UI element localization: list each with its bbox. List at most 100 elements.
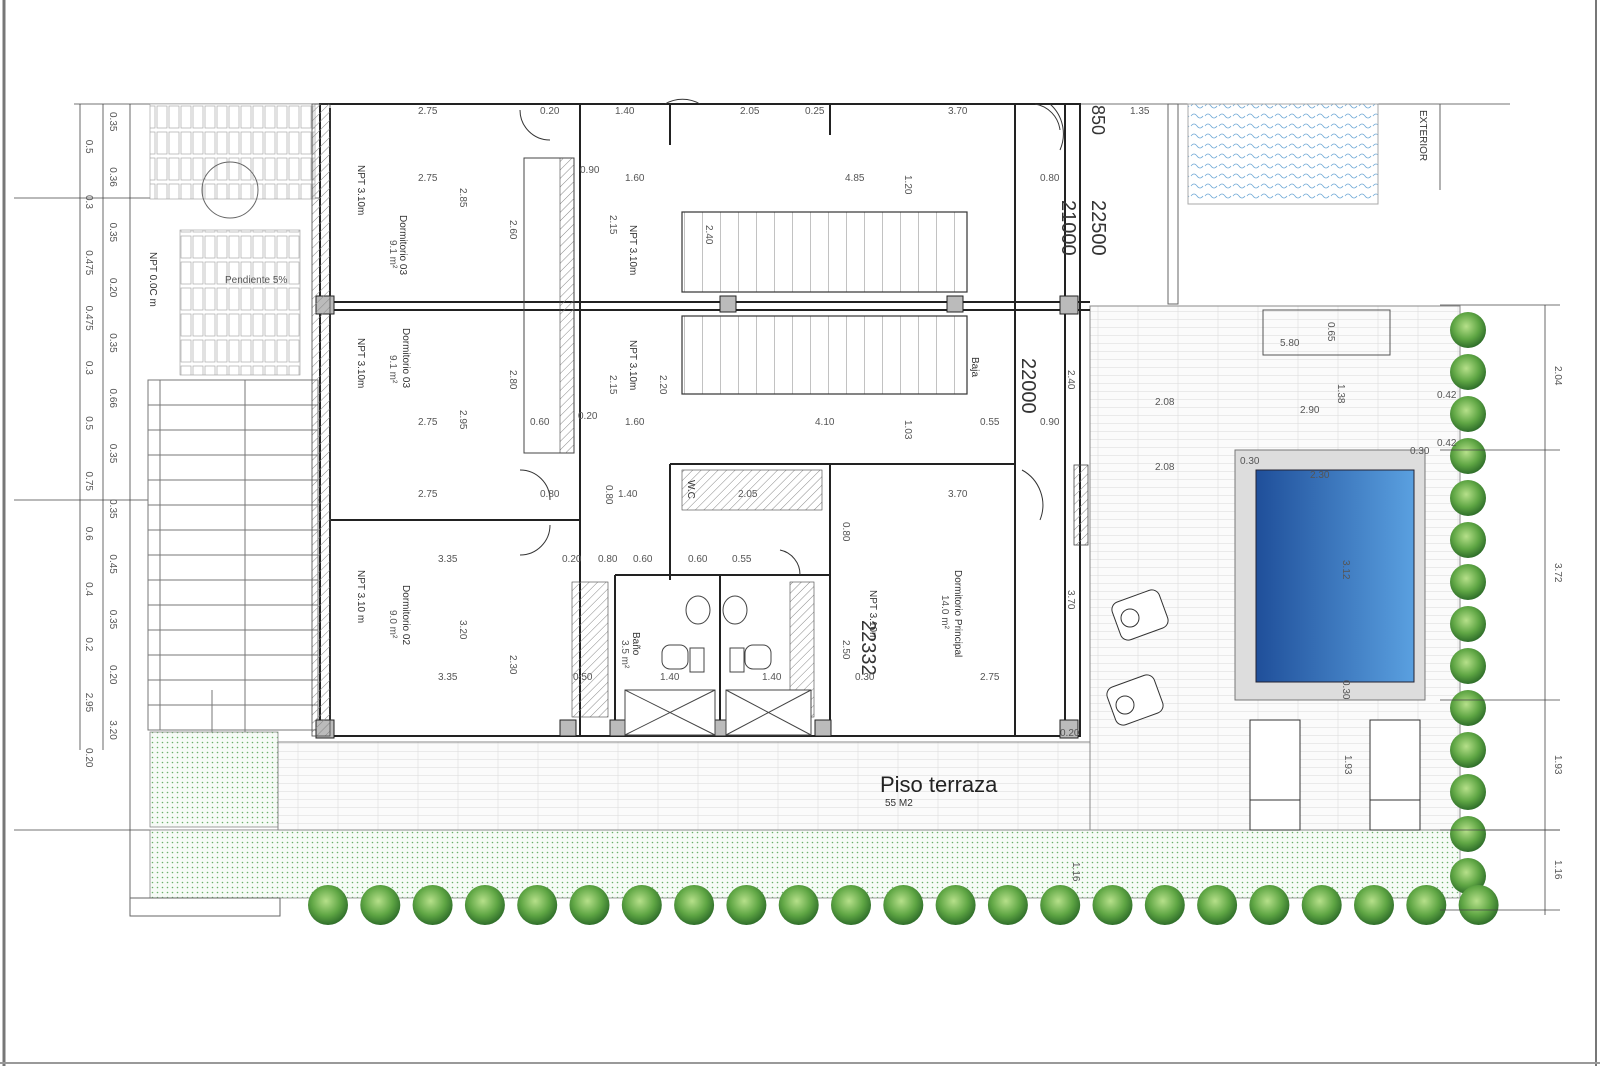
row3-dim-7: 0.55 bbox=[980, 417, 1000, 428]
top-dim-6: 3.70 bbox=[948, 106, 968, 117]
terrace-dim-d: 2.90 bbox=[1300, 405, 1320, 416]
row6-dim-3: 1.40 bbox=[660, 672, 680, 683]
left-dim-label: 0.35 bbox=[107, 333, 118, 353]
tree bbox=[360, 885, 401, 925]
room-area-dp: 14.0 m² bbox=[939, 595, 950, 630]
row5-dim-2: 0.20 bbox=[562, 554, 582, 565]
tree bbox=[1354, 885, 1394, 925]
big-dim-5: 22332 bbox=[857, 620, 879, 676]
tree bbox=[831, 885, 871, 925]
row2-dim-1: 2.75 bbox=[418, 173, 438, 184]
big-dim-3: 22500 bbox=[1087, 200, 1109, 256]
terrace-dim-f: 2.08 bbox=[1155, 462, 1175, 473]
vert-dim-3: 3.20 bbox=[457, 620, 468, 640]
row3-dim-5: 4.10 bbox=[815, 417, 835, 428]
label-exterior: EXTERIOR bbox=[1417, 110, 1428, 161]
row6-dim-7: 2.50 bbox=[840, 640, 851, 660]
top-dim-5: 0.25 bbox=[805, 106, 825, 117]
level-7: NPT 0.0C m bbox=[147, 252, 158, 307]
row6-dim-5: 0.20 bbox=[1060, 728, 1080, 739]
tree bbox=[674, 885, 715, 925]
tree bbox=[308, 885, 348, 925]
room-area-bano: 3.5 m² bbox=[619, 640, 630, 669]
left-dim-label: 0.35 bbox=[107, 112, 118, 132]
tree bbox=[621, 885, 662, 925]
terrace-dim-j: 1.16 bbox=[1070, 862, 1081, 882]
row6-dim-2: 0.50 bbox=[573, 672, 593, 683]
left-dim-label: 0.35 bbox=[107, 223, 118, 243]
tree bbox=[726, 885, 767, 925]
row4-dim-3: 0.80 bbox=[603, 485, 614, 505]
tree bbox=[1144, 885, 1185, 925]
left-dim-label: 2.95 bbox=[83, 693, 94, 713]
right-dim-1: 2.04 bbox=[1552, 366, 1563, 386]
row5-dim-7: 0.80 bbox=[840, 522, 851, 542]
tree bbox=[517, 885, 558, 925]
right-dim-3: 1.93 bbox=[1552, 755, 1563, 775]
row3-dim-6: 1.03 bbox=[902, 420, 913, 440]
row4-dim-1: 2.75 bbox=[418, 489, 438, 500]
top-dim-1: 2.75 bbox=[418, 106, 438, 117]
left-dim-label: 0.2 bbox=[83, 637, 94, 651]
row4-dim-5: 2.05 bbox=[738, 489, 758, 500]
row4-dim-4: 1.40 bbox=[618, 489, 638, 500]
pool-edge-a: 0.30 bbox=[1240, 456, 1260, 467]
left-dim-label: 0.475 bbox=[83, 306, 94, 331]
row3-dim-3: 0.20 bbox=[578, 411, 598, 422]
tree bbox=[1458, 885, 1499, 925]
vert-dim-12: 2.40 bbox=[1065, 370, 1076, 390]
upper-pool bbox=[1187, 103, 1379, 205]
row4-dim-2: 0.80 bbox=[540, 489, 560, 500]
level-1: NPT 3.10m bbox=[355, 165, 366, 215]
row5-dim-3: 0.80 bbox=[598, 554, 618, 565]
row5-dim-1: 3.35 bbox=[438, 554, 458, 565]
vert-dim-7: 2.15 bbox=[607, 215, 618, 235]
viewer-background: Piso terraza 55 M2 Dormitorio 03 9.1 m² … bbox=[0, 0, 1600, 1066]
vert-dim-9: 2.40 bbox=[703, 225, 714, 245]
top-dim-7: 1.35 bbox=[1130, 106, 1150, 117]
big-dim-1: 850 bbox=[1088, 105, 1108, 135]
level-4: NPT 3.10m bbox=[627, 225, 638, 275]
vert-dim-1: 2.85 bbox=[457, 188, 468, 208]
left-dim-label: 3.20 bbox=[107, 720, 118, 740]
terrace-dim-c: 2.08 bbox=[1155, 397, 1175, 408]
terrace-floor bbox=[277, 741, 1209, 831]
window-hatch bbox=[1073, 464, 1089, 546]
tree bbox=[464, 885, 505, 925]
floor-plan-drawing: Piso terraza 55 M2 Dormitorio 03 9.1 m² … bbox=[0, 0, 1600, 1066]
room-label-dp: Dormitorio Principal bbox=[952, 570, 963, 657]
garden-left bbox=[149, 731, 279, 828]
row2-dim-5: 1.20 bbox=[902, 175, 913, 195]
pool-width: 2.30 bbox=[1310, 470, 1330, 481]
left-dim-label: 0.20 bbox=[83, 748, 94, 768]
row3-dim-4: 1.60 bbox=[625, 417, 645, 428]
tree bbox=[778, 885, 819, 925]
tree bbox=[1301, 885, 1342, 925]
level-3: NPT 3.10 m bbox=[355, 570, 366, 623]
room-area-d03a: 9.1 m² bbox=[387, 240, 398, 269]
vert-dim-6: 2.30 bbox=[507, 655, 518, 675]
pergola-top bbox=[149, 103, 316, 200]
row6-dim-4: 1.40 bbox=[762, 672, 782, 683]
level-5: NPT 3.10m bbox=[627, 340, 638, 390]
pool-length: 3.12 bbox=[1340, 560, 1351, 580]
terrace-dim-g: 0.42 bbox=[1437, 438, 1457, 449]
tree bbox=[1092, 885, 1133, 925]
closet-hatch bbox=[559, 157, 575, 454]
top-dim-4: 2.05 bbox=[740, 106, 760, 117]
tree bbox=[1249, 885, 1290, 925]
stair-lower bbox=[681, 315, 968, 395]
row2-dim-4: 4.85 bbox=[845, 173, 865, 184]
left-wall-hatch bbox=[311, 103, 331, 737]
row6-dim-1: 3.35 bbox=[438, 672, 458, 683]
terrace-dim-b: 0.65 bbox=[1325, 322, 1336, 342]
big-dim-2: 21000 bbox=[1057, 200, 1079, 256]
drawing-title: Piso terraza bbox=[880, 772, 998, 797]
row5-dim-4: 0.60 bbox=[633, 554, 653, 565]
row5-dim-6: 0.55 bbox=[732, 554, 752, 565]
left-dim-label: 0.4 bbox=[83, 582, 94, 596]
vert-dim-10: 2.20 bbox=[657, 375, 668, 395]
label-baja: Baja bbox=[969, 357, 980, 377]
left-dim-label: 0.3 bbox=[83, 361, 94, 375]
stair-upper bbox=[681, 211, 968, 293]
